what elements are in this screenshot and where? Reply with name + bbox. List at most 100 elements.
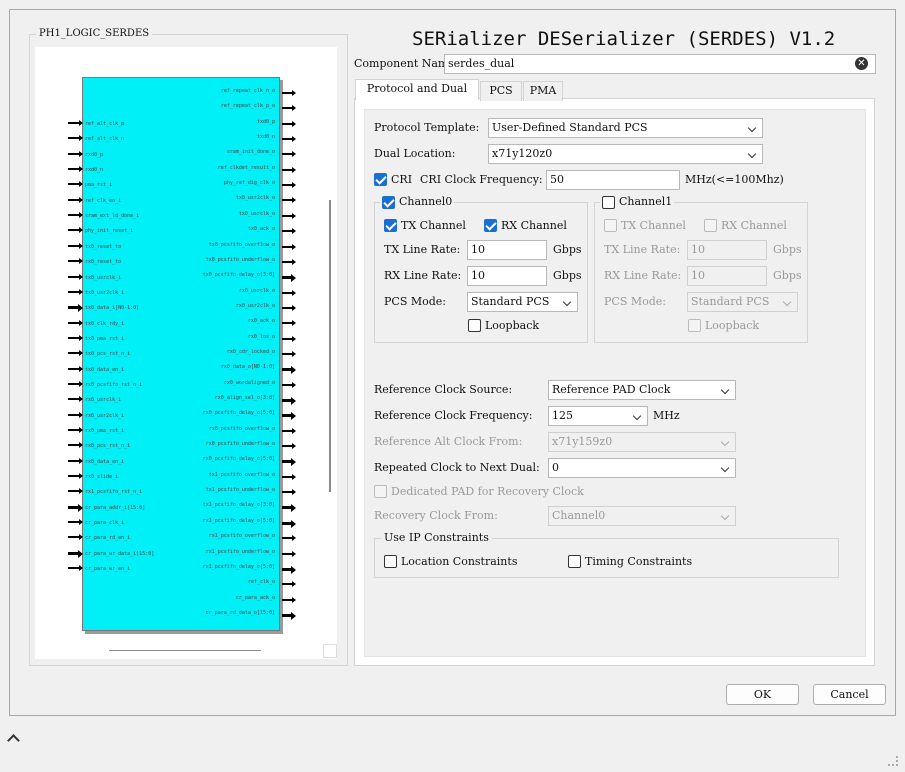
cri-frequency-label: CRI Clock Frequency: (420, 173, 543, 186)
channel1-loopback-checkbox[interactable] (688, 319, 701, 332)
component-name-label: Component Name (354, 57, 455, 70)
left-pin-arrow-icon (68, 335, 83, 341)
right-pin-label: rx0_data_o[N0-1:0] (220, 364, 275, 370)
ref-clock-frequency-select[interactable]: 125 (548, 406, 648, 426)
cri-frequency-input[interactable]: 50 (546, 170, 680, 190)
right-pin-label: rx0_pcsfifo_delay_o[5:0] (202, 410, 275, 416)
scroll-corner (323, 644, 337, 658)
right-pin-label: tx0_pcsfifo_delay_o[3:0] (202, 272, 275, 278)
left-pin-arrow-icon (68, 458, 83, 464)
channel1-rx-checkbox[interactable] (704, 219, 717, 232)
left-pin-arrow-icon (68, 197, 83, 203)
channel0-tx-label: TX Channel (401, 219, 466, 232)
protocol-template-label: Protocol Template: (374, 121, 480, 134)
chevron-up-icon[interactable] (7, 734, 20, 747)
right-pin-label: ref_repeat_clk_n_o (220, 88, 275, 94)
channel0-tx-rate-input[interactable]: 10 (467, 240, 547, 260)
right-pin-arrow-icon (282, 504, 296, 512)
right-pin-arrow-icon (282, 366, 296, 374)
right-pin-arrow-icon (282, 566, 296, 574)
cri-label: CRI (391, 173, 413, 186)
clear-icon[interactable]: ✕ (855, 57, 868, 70)
left-pin-arrow-icon (68, 504, 83, 512)
tab-protocol-and-dual[interactable]: Protocol and Dual (355, 79, 479, 100)
channel1-rx-rate-unit: Gbps (773, 269, 802, 282)
right-pin-arrow-icon (282, 397, 296, 405)
right-pin-label: rx1_pcsfifo_overflow_o (208, 533, 275, 539)
right-pin-label: rx0_cdr_locked_o (226, 349, 275, 355)
symbol-vertical-scrollbar[interactable] (329, 200, 331, 492)
symbol-horizontal-scrollbar[interactable] (109, 650, 261, 651)
serdes-symbol-block: ref_alt_clk_p ref_alt_clk_n rxd0_p rxd0_n pm… (82, 77, 280, 631)
right-pin-label: phy_ref_dig_clk_o (223, 180, 275, 186)
right-pin-label: rx0_wordaligned_o (223, 380, 275, 386)
channel0-rx-rate-label: RX Line Rate: (384, 269, 462, 282)
left-pin-arrow-icon (68, 151, 83, 157)
right-pin-label: tx0_usr2clk_o (235, 195, 275, 201)
dedicated-pad-label: Dedicated PAD for Recovery Clock (391, 485, 584, 498)
ref-clock-frequency-unit: MHz (653, 409, 680, 422)
right-pin-arrow-icon (282, 489, 296, 495)
left-pin-arrow-icon (68, 488, 83, 494)
right-pin-label: rx1_pcsfifo_delay_o[5:0] (202, 518, 275, 524)
ref-clock-source-select[interactable]: Reference PAD Clock (548, 380, 736, 400)
left-pin-arrow-icon (68, 366, 83, 372)
channel1-tx-rate-input[interactable]: 10 (687, 240, 767, 260)
right-pin-label: tx0_usrclk_o (238, 211, 275, 217)
channel0-pcs-mode-label: PCS Mode: (384, 295, 446, 308)
protocol-template-select[interactable]: User-Defined Standard PCS (488, 118, 763, 138)
channel1-checkbox[interactable] (602, 196, 615, 209)
channel0-tx-checkbox[interactable] (384, 219, 397, 232)
tab-pcs[interactable]: PCS (480, 81, 522, 101)
ref-alt-clock-from-select[interactable]: x71y159z0 (548, 432, 736, 452)
right-pin-arrow-icon (282, 597, 296, 603)
cri-frequency-unit: MHz(<=100Mhz) (685, 173, 784, 186)
resize-grip-icon[interactable] (888, 756, 898, 766)
channel0-rx-checkbox[interactable] (484, 219, 497, 232)
left-pin-arrow-icon (68, 120, 83, 126)
right-pin-arrow-icon (282, 305, 296, 311)
location-constraints-checkbox[interactable] (384, 555, 397, 568)
channel1-pcs-mode-select[interactable]: Standard PCS (687, 292, 798, 312)
cri-checkbox[interactable] (374, 173, 387, 186)
component-name-input[interactable]: serdes_dual (444, 54, 876, 74)
channel1-rx-rate-input[interactable]: 10 (687, 266, 767, 286)
right-pin-label: ref_clkdet_result_o (217, 165, 275, 171)
timing-constraints-checkbox[interactable] (568, 555, 581, 568)
channel0-checkbox[interactable] (382, 196, 395, 209)
channel0-loopback-checkbox[interactable] (468, 319, 481, 332)
ok-button[interactable]: OK (726, 684, 799, 705)
channel1-tx-rate-label: TX Line Rate: (604, 243, 681, 256)
right-pin-label: txd0_n (256, 134, 275, 140)
right-pin-label: tx1_pcsfifo_underflow_o (205, 487, 275, 493)
right-pin-label: cr_para_rd_data_o[15:0] (205, 610, 275, 616)
right-pin-arrow-icon (282, 182, 296, 188)
right-pin-arrow-icon (282, 259, 296, 265)
tab-pma[interactable]: PMA (523, 81, 563, 101)
left-pin-arrow-icon (68, 135, 83, 141)
left-pin-arrow-icon (68, 473, 83, 479)
channel0-rx-label: RX Channel (501, 219, 567, 232)
right-pin-label: rx0_pcsfifo_underflow_o (205, 441, 275, 447)
right-pin-label: sram_init_done_o (226, 149, 275, 155)
channel1-tx-checkbox[interactable] (604, 219, 617, 232)
right-pin-arrow-icon (282, 581, 296, 587)
right-pin-arrow-icon (282, 213, 296, 219)
dual-location-select[interactable]: x71y120z0 (488, 144, 763, 164)
right-pin-arrow-icon (282, 520, 296, 528)
recovery-clock-from-select[interactable]: Channel0 (548, 506, 736, 526)
right-pin-label: tx0_pcsfifo_underflow_o (205, 257, 275, 263)
right-pin-arrow-icon (282, 197, 296, 203)
right-pin-arrow-icon (282, 351, 296, 357)
channel0-tx-rate-unit: Gbps (553, 243, 582, 256)
right-pin-label: tx0_pcsfifo_overflow_o (208, 242, 275, 248)
channel0-rx-rate-input[interactable]: 10 (467, 266, 547, 286)
cancel-button[interactable]: Cancel (813, 684, 886, 705)
repeated-clock-select[interactable]: 0 (548, 458, 736, 478)
right-pin-arrow-icon (282, 535, 296, 541)
dedicated-pad-checkbox[interactable] (374, 485, 387, 498)
channel0-pcs-mode-select[interactable]: Standard PCS (467, 292, 578, 312)
ref-clock-frequency-label: Reference Clock Frequency: (374, 409, 533, 422)
right-pin-arrow-icon (282, 167, 296, 173)
left-pin-arrow-icon (68, 166, 83, 172)
